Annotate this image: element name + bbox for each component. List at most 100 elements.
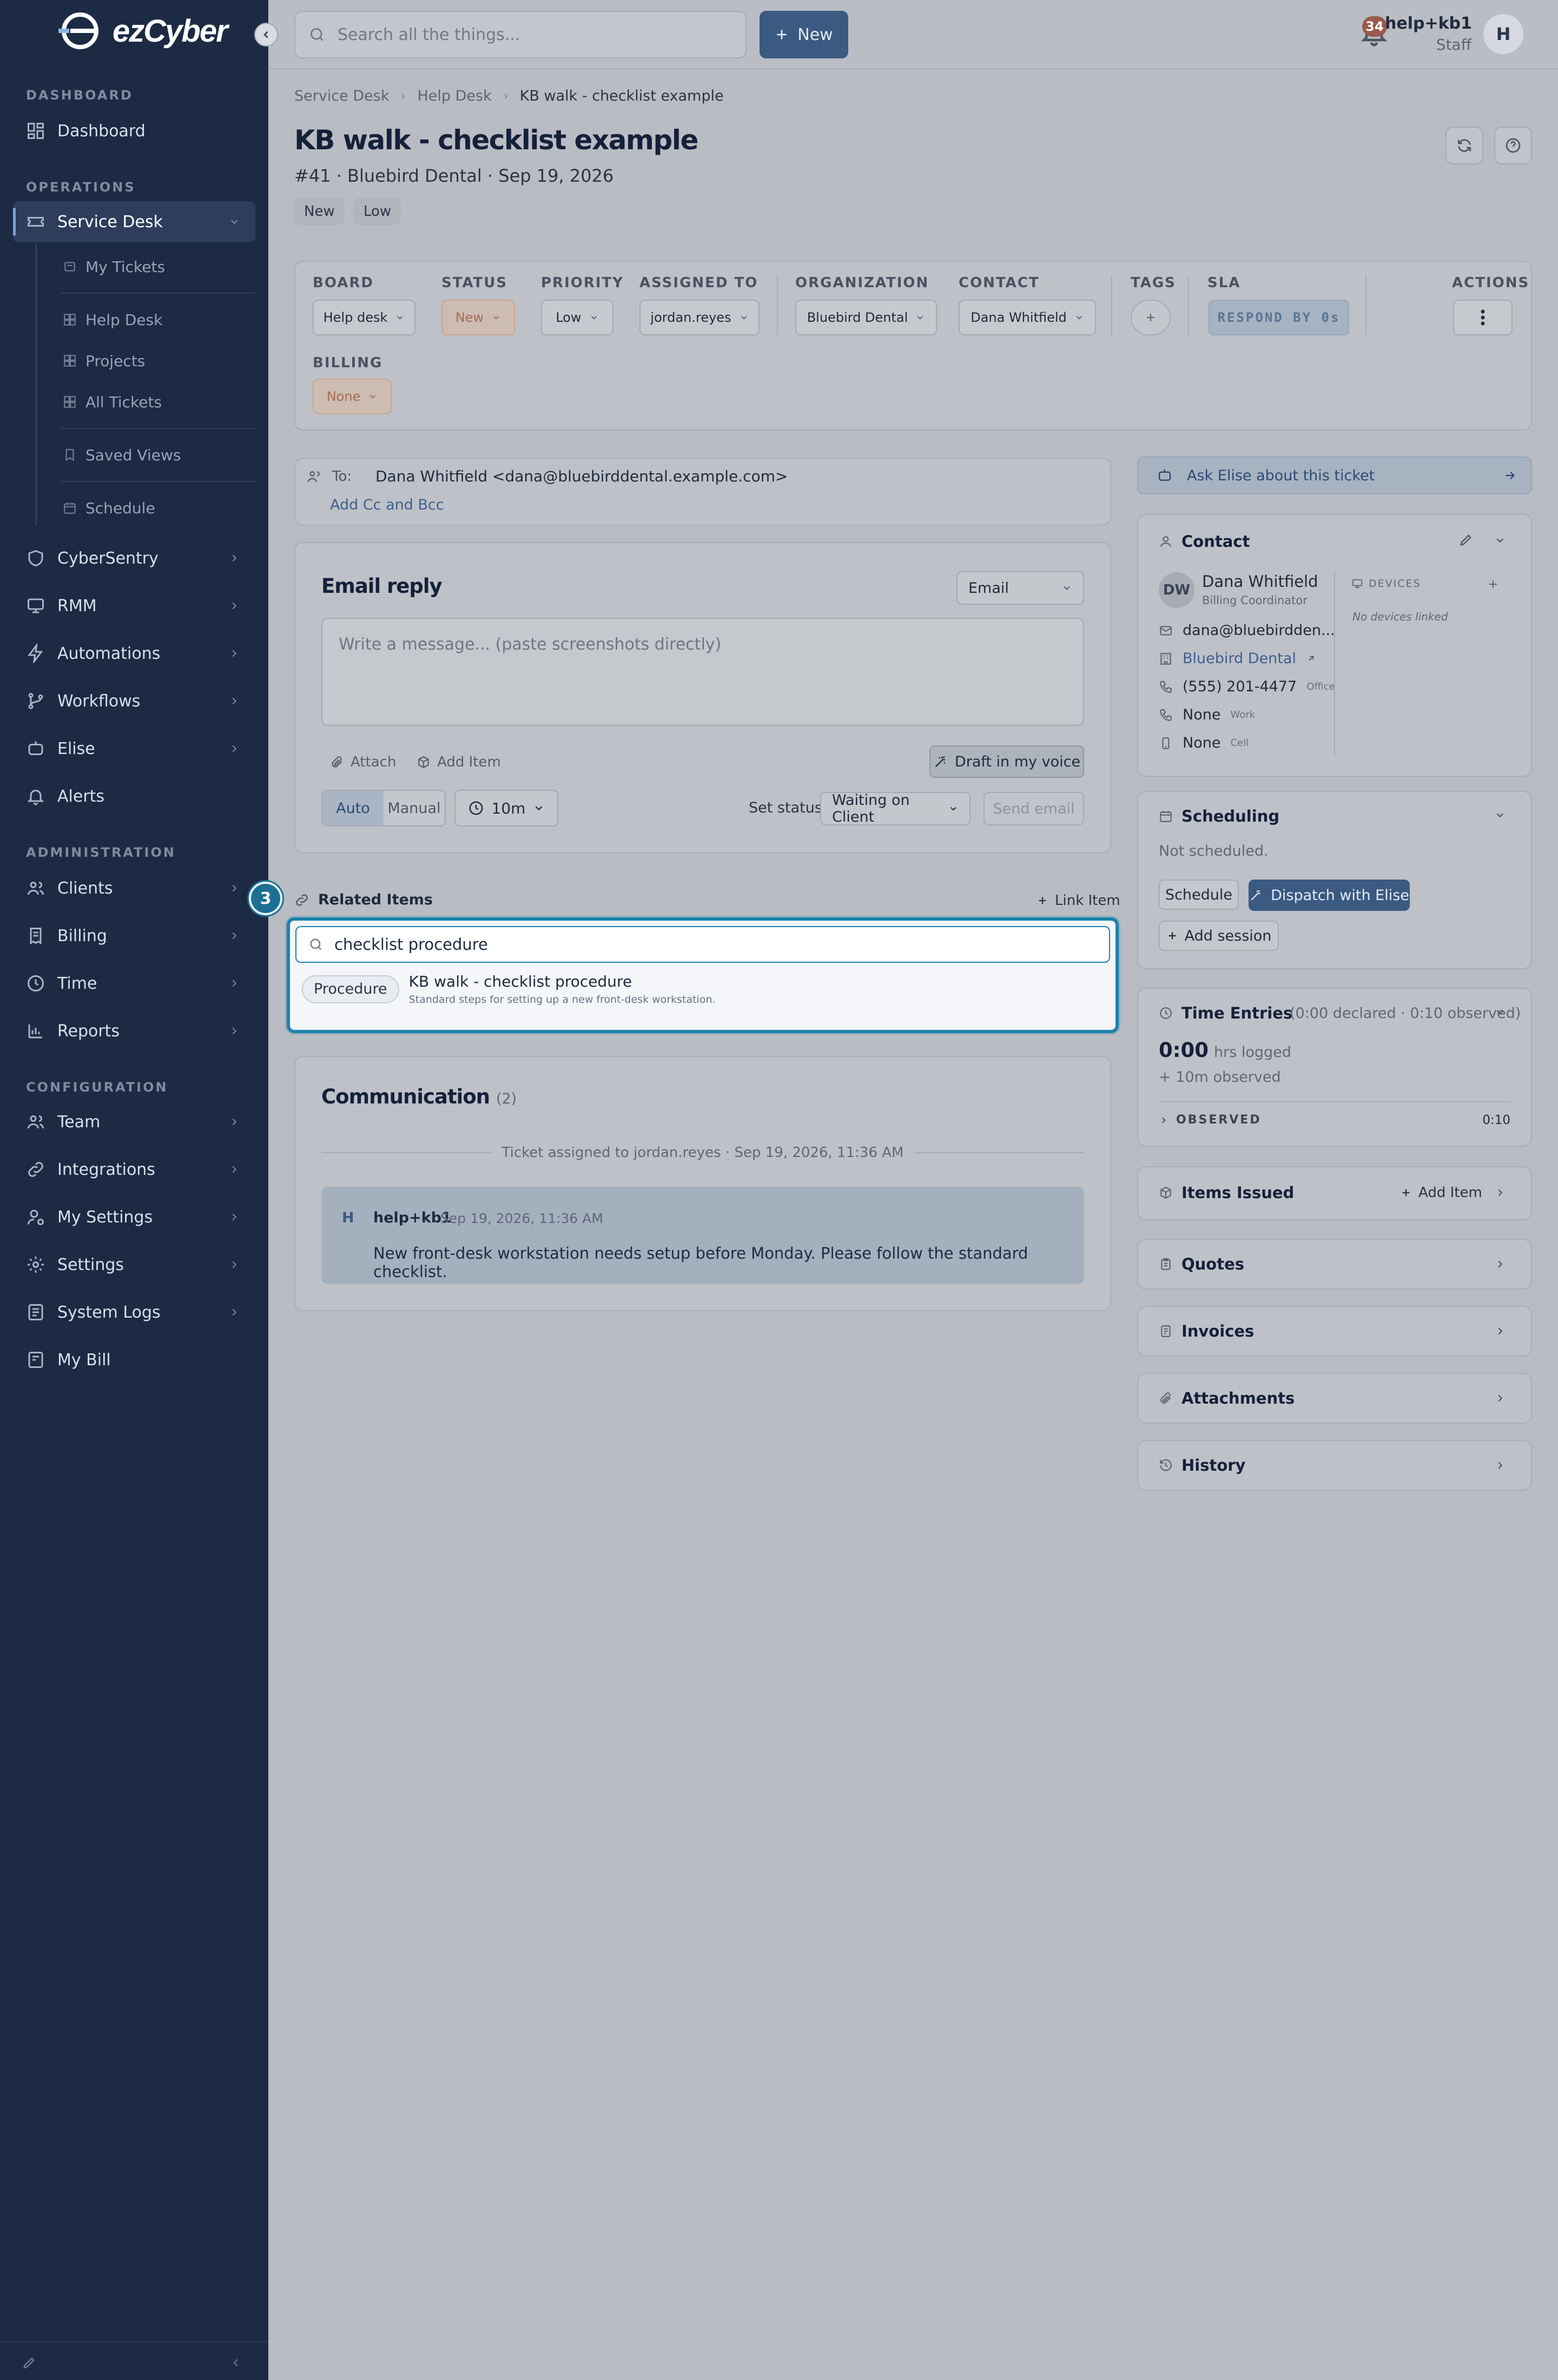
sidebar-item-automations[interactable]: Automations	[13, 633, 255, 674]
sidebar-sub-projects[interactable]: Projects	[49, 345, 255, 377]
chevron-down-icon[interactable]	[1494, 534, 1506, 546]
contact-email-row[interactable]: dana@bluebirdden...	[1159, 622, 1335, 639]
breadcrumb-item[interactable]: Help Desk	[417, 88, 491, 104]
status-select[interactable]: New	[441, 300, 515, 335]
observed-toggle[interactable]: OBSERVED	[1159, 1113, 1262, 1127]
contact-phone-row[interactable]: (555) 201-4477 Office	[1159, 678, 1335, 695]
time-mode-toggle[interactable]: Auto Manual	[321, 790, 446, 827]
mode-manual[interactable]: Manual	[384, 791, 445, 825]
avatar[interactable]: H	[1483, 14, 1523, 54]
help-button[interactable]	[1494, 127, 1532, 164]
help-icon	[1506, 138, 1521, 153]
board-icon	[64, 314, 76, 326]
ask-elise-button[interactable]: Ask Elise about this ticket	[1137, 457, 1532, 494]
chevron-right-icon	[1498, 1260, 1503, 1268]
pencil-icon[interactable]	[22, 2355, 37, 2370]
mode-auto[interactable]: Auto	[322, 791, 384, 825]
add-cc-bcc-link[interactable]: Add Cc and Bcc	[330, 497, 444, 513]
sidebar-item-label: Billing	[57, 926, 107, 946]
schedule-button[interactable]: Schedule	[1159, 880, 1239, 910]
sidebar-item-reports[interactable]: Reports	[13, 1010, 255, 1052]
link-item-button[interactable]: Link Item	[1037, 892, 1120, 909]
organization-select[interactable]: Bluebird Dental	[795, 300, 937, 335]
sidebar-item-service-desk[interactable]: Service Desk	[13, 201, 255, 242]
sidebar-sub-schedule[interactable]: Schedule	[49, 492, 255, 524]
sidebar-item-my-settings[interactable]: My Settings	[13, 1196, 255, 1238]
sidebar-sub-saved-views[interactable]: Saved Views	[49, 439, 255, 471]
to-recipient[interactable]: Dana Whitfield <dana@bluebirddental.exam…	[375, 467, 788, 485]
add-tag-button[interactable]	[1131, 300, 1171, 335]
communication-title-text: Communication	[321, 1085, 490, 1108]
observed-line: + 10m observed	[1159, 1069, 1281, 1086]
related-search-input[interactable]: checklist procedure	[295, 926, 1110, 963]
board-select[interactable]: Help desk	[313, 300, 415, 335]
sidebar-sub-all-tickets[interactable]: All Tickets	[49, 386, 255, 418]
sidebar-sub-my-tickets[interactable]: My Tickets	[49, 250, 255, 283]
priority-select[interactable]: Low	[541, 300, 613, 335]
sidebar-sub-label: Help Desk	[85, 310, 163, 329]
timer-value: 10m	[491, 799, 526, 817]
breadcrumb: Service Desk Help Desk KB walk - checkli…	[294, 88, 724, 104]
new-button[interactable]: New	[760, 11, 848, 58]
global-search-input[interactable]: Search all the things...	[294, 11, 747, 58]
sidebar-item-team[interactable]: Team	[13, 1101, 255, 1142]
items-add-button[interactable]: Add Item	[1400, 1185, 1482, 1201]
sidebar-item-dashboard[interactable]: Dashboard	[13, 110, 255, 151]
actions-menu-button[interactable]	[1453, 300, 1513, 335]
items-issued-header: Items Issued	[1159, 1184, 1294, 1202]
sidebar-item-clients[interactable]: Clients	[13, 868, 255, 909]
channel-value: Email	[968, 579, 1009, 597]
search-result-item[interactable]: Procedure KB walk - checklist procedure …	[302, 973, 716, 1006]
chevron-right-icon	[401, 93, 405, 99]
billing-select[interactable]: None	[313, 379, 392, 414]
sidebar-item-integrations[interactable]: Integrations	[13, 1149, 255, 1190]
sidebar-item-workflows[interactable]: Workflows	[13, 680, 255, 722]
contact-work-type: Work	[1230, 709, 1256, 720]
assignee-select[interactable]: jordan.reyes	[639, 300, 760, 335]
sla-badge: RESPOND BY 0s	[1209, 300, 1349, 335]
search-placeholder: Search all the things...	[338, 25, 520, 44]
message-textarea[interactable]: Write a message... (paste screenshots di…	[321, 618, 1084, 726]
chevron-down-icon[interactable]	[1494, 809, 1506, 821]
sidebar-item-cybersentry[interactable]: CyberSentry	[13, 538, 255, 579]
sidebar-item-settings[interactable]: Settings	[13, 1244, 255, 1285]
sidebar-item-my-bill[interactable]: My Bill	[13, 1339, 255, 1380]
sidebar-sub-help-desk[interactable]: Help Desk	[49, 303, 255, 336]
mobile-icon	[1162, 737, 1170, 749]
add-session-button[interactable]: Add session	[1159, 921, 1279, 951]
chevron-right-icon	[1498, 1327, 1503, 1335]
plus-icon[interactable]	[1487, 578, 1500, 591]
log-icon	[28, 1304, 43, 1320]
set-status-select[interactable]: Waiting on Client	[820, 792, 971, 825]
app-logo[interactable]: ezCyber	[58, 12, 228, 50]
sidebar-item-elise[interactable]: Elise	[13, 728, 255, 769]
dispatch-with-elise-button[interactable]: Dispatch with Elise	[1249, 880, 1410, 911]
sidebar-collapse-button[interactable]	[254, 23, 278, 47]
send-email-button[interactable]: Send email	[983, 792, 1084, 825]
time-entries-title: Time Entries	[1181, 1004, 1293, 1022]
sidebar-item-rmm[interactable]: RMM	[13, 585, 255, 626]
devices-label: DEVICES	[1369, 578, 1421, 590]
billing-value: None	[326, 389, 361, 404]
attach-button[interactable]: Attach	[330, 754, 396, 770]
contact-org-row[interactable]: Bluebird Dental	[1159, 650, 1316, 667]
draft-in-my-voice-button[interactable]: Draft in my voice	[929, 745, 1084, 778]
branch-icon	[28, 693, 43, 709]
chevron-left-icon[interactable]	[229, 2356, 242, 2369]
sidebar-item-time[interactable]: Time	[13, 963, 255, 1004]
add-item-button[interactable]: Add Item	[417, 754, 501, 770]
pencil-icon[interactable]	[1458, 532, 1474, 547]
chevron-right-icon	[232, 884, 237, 892]
history-icon	[1160, 1459, 1172, 1471]
channel-select[interactable]: Email	[956, 571, 1084, 605]
breadcrumb-item[interactable]: Service Desk	[294, 88, 389, 104]
contact-select[interactable]: Dana Whitfield	[959, 300, 1096, 335]
sidebar-item-billing[interactable]: Billing	[13, 915, 255, 956]
chevron-down-icon[interactable]	[1494, 1006, 1506, 1018]
message-avatar: H	[342, 1209, 354, 1226]
refresh-button[interactable]	[1445, 127, 1483, 164]
sidebar-item-system-logs[interactable]: System Logs	[13, 1292, 255, 1333]
sidebar-item-alerts[interactable]: Alerts	[13, 776, 255, 817]
timer-select[interactable]: 10m	[454, 790, 558, 827]
logo-mark-icon	[58, 12, 98, 49]
